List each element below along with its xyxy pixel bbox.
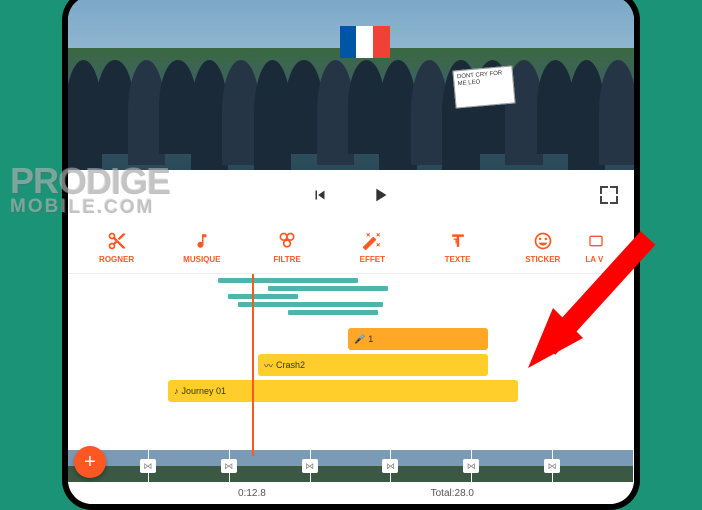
voice-track[interactable]: 🎤 1 (348, 328, 488, 350)
tool-strip: ROGNER MUSIQUE FILTRE EFFET TEXTE STICKE… (68, 220, 634, 274)
filter-label: FILTRE (273, 255, 300, 264)
crop-tool[interactable]: ROGNER (74, 220, 159, 273)
music-tool[interactable]: MUSIQUE (159, 220, 244, 273)
effect-tool[interactable]: EFFET (330, 220, 415, 273)
transition-icon[interactable]: ⋈ (382, 459, 398, 473)
scissors-icon (106, 230, 128, 252)
text-tool[interactable]: TEXTE (415, 220, 500, 273)
music-note-icon (191, 230, 213, 252)
add-clip-button[interactable]: + (74, 446, 106, 478)
crowd (68, 60, 634, 170)
transition-icon[interactable]: ⋈ (221, 459, 237, 473)
clip-thumb[interactable]: ⋈ (472, 450, 553, 482)
transition-icon[interactable]: ⋈ (140, 459, 156, 473)
video-preview[interactable]: DONT CRY FOR ME LEO (68, 0, 634, 170)
transition-icon[interactable]: ⋈ (544, 459, 560, 473)
more-label: LA V (585, 255, 603, 264)
clip-thumb[interactable]: ⋈ (311, 450, 392, 482)
effect-bar[interactable] (218, 278, 358, 283)
sticker-tool[interactable]: STICKER (500, 220, 585, 273)
smiley-icon (532, 230, 554, 252)
effect-bar[interactable] (268, 286, 388, 291)
effect-label: EFFET (360, 255, 385, 264)
music-label: MUSIQUE (183, 255, 220, 264)
effect-bar[interactable] (288, 310, 378, 315)
text-icon (447, 230, 469, 252)
audio-track-journey[interactable]: ♪ Journey 01 (168, 380, 518, 402)
more-icon (585, 230, 607, 252)
effect-bar[interactable] (228, 294, 298, 299)
french-flag (340, 26, 390, 58)
transition-icon[interactable]: ⋈ (463, 459, 479, 473)
crash-label: Crash2 (276, 360, 305, 370)
total-time: Total:28.0 (431, 488, 474, 499)
voice-track-label: 1 (368, 334, 373, 344)
transition-icon[interactable]: ⋈ (302, 459, 318, 473)
waveform-icon: 〰 (264, 359, 273, 372)
effect-bar[interactable] (238, 302, 383, 307)
play-button[interactable] (369, 184, 391, 206)
timeline[interactable]: 🎤 1 〰 Crash2 ♪ Journey 01 ⋈ ⋈ ⋈ ⋈ ⋈ ⋈ (68, 274, 634, 504)
time-readout: 0:12.8 Total:28.0 (68, 482, 634, 504)
sticker-label: STICKER (525, 255, 560, 264)
mic-icon: 🎤 (354, 334, 365, 345)
clip-thumb[interactable] (553, 450, 634, 482)
wand-icon (361, 230, 383, 252)
watermark-line2: MOBILE.COM (10, 196, 169, 218)
phone-frame: DONT CRY FOR ME LEO ROGNER MUSIQUE FILT (62, 0, 640, 510)
clip-thumb[interactable]: ⋈ (391, 450, 472, 482)
current-time: 0:12.8 (238, 488, 266, 499)
clip-thumb[interactable]: ⋈ (149, 450, 230, 482)
watermark: PRODIGE MOBILE.COM (10, 160, 169, 218)
app-screen: DONT CRY FOR ME LEO ROGNER MUSIQUE FILT (68, 0, 634, 504)
crop-label: ROGNER (99, 255, 134, 264)
text-label: TEXTE (445, 255, 471, 264)
journey-label: Journey 01 (182, 386, 227, 396)
prev-button[interactable] (311, 186, 329, 204)
playhead[interactable] (252, 274, 254, 456)
fullscreen-button[interactable] (600, 186, 618, 204)
filter-tool[interactable]: FILTRE (244, 220, 329, 273)
more-tool[interactable]: LA V (585, 220, 628, 273)
fan-sign: DONT CRY FOR ME LEO (452, 65, 515, 108)
clip-thumb[interactable]: ⋈ (230, 450, 311, 482)
filter-icon (276, 230, 298, 252)
audio-track-crash[interactable]: 〰 Crash2 (258, 354, 488, 376)
plus-icon: + (84, 451, 96, 474)
music-small-icon: ♪ (174, 386, 179, 396)
clip-thumbnails[interactable]: ⋈ ⋈ ⋈ ⋈ ⋈ ⋈ (68, 450, 634, 482)
